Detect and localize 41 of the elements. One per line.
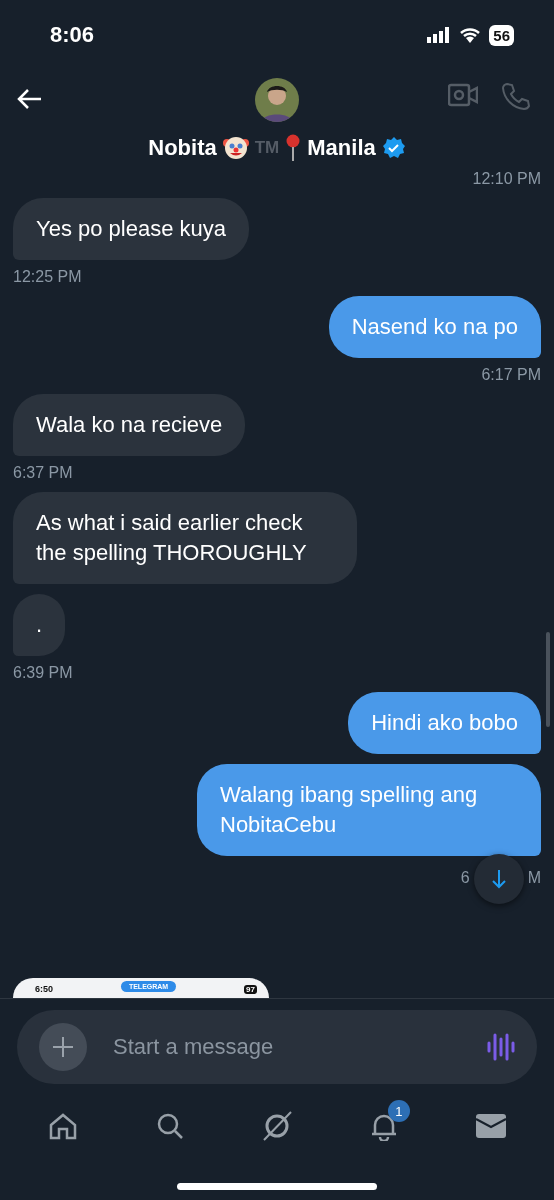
screenshot-battery: 97 [244,985,257,994]
notification-count: 1 [387,1100,410,1122]
arrow-down-icon [490,869,507,889]
contact-location: Manila [307,135,376,161]
message-bubble: Yes po please kuya [13,198,249,260]
message-bubble: Nasend ko na po [328,296,541,358]
message-field[interactable]: Start a message [17,1010,537,1084]
nav-tab[interactable]: 1 [353,1098,414,1154]
message-time: 6:37 PM [13,464,73,482]
pushpin-icon [285,134,302,162]
wifi-icon [459,27,482,43]
battery-level: 56 [489,24,514,46]
message-bubble: As what i said earlier check the spelling THOROUGHLY [13,492,357,584]
home-icon [48,1111,79,1141]
status-time: 8:06 [50,22,95,48]
phone-icon[interactable] [502,82,530,110]
message-bubble: Wala ko na recieve [13,394,246,456]
message-bubble: Hindi ako bobo [348,692,541,754]
plus-icon [52,1036,74,1058]
avatar [255,78,299,122]
video-call-icon[interactable] [448,82,478,108]
signal-icon [427,27,452,43]
contact-name: Nobita [148,135,217,161]
message-time: M [527,869,541,887]
message-bubble: Walang ibang spelling ang NobitaCebu [197,764,541,856]
add-button[interactable] [39,1023,87,1071]
trademark-text: TM [254,138,280,158]
scroll-down-button[interactable] [473,854,524,904]
message-time: 12:25 PM [13,268,82,286]
message-time: 12:10 PM [472,170,541,188]
message-time: 6 [460,869,470,887]
mail-icon [474,1112,507,1140]
message-time: 6:17 PM [481,366,541,384]
clown-face-icon [222,135,249,161]
slashed-circle-icon [260,1109,294,1143]
back-icon[interactable] [16,88,42,110]
message-time: 6:39 PM [13,664,73,682]
message-input[interactable]: Start a message [111,1033,463,1061]
message-bubble: . [13,594,66,656]
screenshot-time: 6:50 [35,984,53,994]
voice-wave-icon[interactable] [487,1032,515,1062]
